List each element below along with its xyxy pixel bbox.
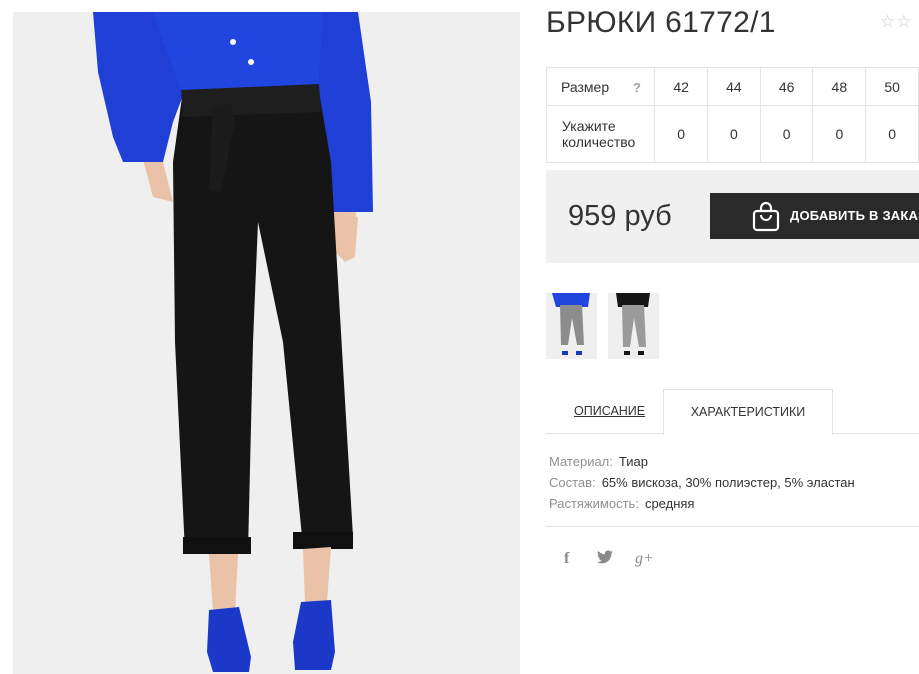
size-cell: 42 [654, 67, 709, 106]
size-quantity-table: Размер ? 42 44 46 48 50 Укажите количест… [545, 67, 919, 163]
size-row: Размер ? 42 44 46 48 50 [545, 67, 919, 106]
size-header-cell: Размер ? [545, 67, 656, 106]
tab-description[interactable]: ОПИСАНИЕ [574, 389, 645, 434]
shopping-bag-icon [752, 202, 780, 232]
price-panel: 959 руб ДОБАВИТЬ В ЗАКАЗ [546, 170, 919, 263]
spec-value: средняя [644, 496, 695, 511]
spec-row: Материал: Тиар [549, 451, 855, 472]
quantity-row: Укажите количество 0 0 0 0 0 [545, 105, 919, 163]
size-cell: 46 [759, 67, 814, 106]
price-value: 959 руб [568, 200, 672, 232]
tab-characteristics[interactable]: ХАРАКТЕРИСТИКИ [663, 389, 833, 435]
facebook-icon[interactable]: f [564, 550, 569, 568]
quantity-label: Укажите количество [545, 105, 656, 163]
size-cell: 48 [812, 67, 867, 106]
spec-row: Состав: 65% вискоза, 30% полиэстер, 5% эл… [549, 472, 855, 493]
add-to-order-label: ДОБАВИТЬ В ЗАКАЗ [790, 208, 919, 223]
size-label: Размер [561, 78, 610, 95]
size-cell: 50 [865, 67, 919, 106]
divider [546, 526, 919, 527]
size-cell: 44 [707, 67, 761, 106]
quantity-input[interactable]: 0 [865, 105, 919, 163]
rating-stars[interactable]: ☆☆ [880, 12, 912, 32]
thumbnail-illustration [546, 293, 597, 359]
spec-key: Растяжимость: [549, 496, 639, 511]
product-main-image[interactable] [13, 12, 520, 674]
product-photo-illustration [13, 12, 520, 674]
size-help-icon[interactable]: ? [633, 80, 641, 95]
add-to-order-button[interactable]: ДОБАВИТЬ В ЗАКАЗ [710, 193, 919, 239]
spec-key: Материал: [549, 454, 613, 469]
thumbnail-image[interactable] [608, 293, 659, 359]
twitter-bird-icon [597, 550, 613, 564]
characteristics-list: Материал: Тиар Состав: 65% вискоза, 30% по… [549, 451, 855, 514]
spec-row: Растяжимость: средняя [549, 493, 855, 514]
spec-value: 65% вискоза, 30% полиэстер, 5% эластан [601, 475, 855, 490]
spec-value: Тиар [618, 454, 648, 469]
google-plus-icon[interactable]: g+ [635, 550, 654, 568]
quantity-input[interactable]: 0 [654, 105, 709, 163]
product-title: БРЮКИ 61772/1 [546, 6, 776, 39]
quantity-input[interactable]: 0 [812, 105, 867, 163]
thumbnail-illustration [608, 293, 659, 359]
product-tabs: ОПИСАНИЕ ХАРАКТЕРИСТИКИ [546, 389, 919, 435]
spec-key: Состав: [549, 475, 596, 490]
quantity-input[interactable]: 0 [707, 105, 761, 163]
quantity-input[interactable]: 0 [759, 105, 814, 163]
thumbnail-image[interactable] [546, 293, 597, 359]
twitter-icon[interactable] [597, 550, 613, 569]
